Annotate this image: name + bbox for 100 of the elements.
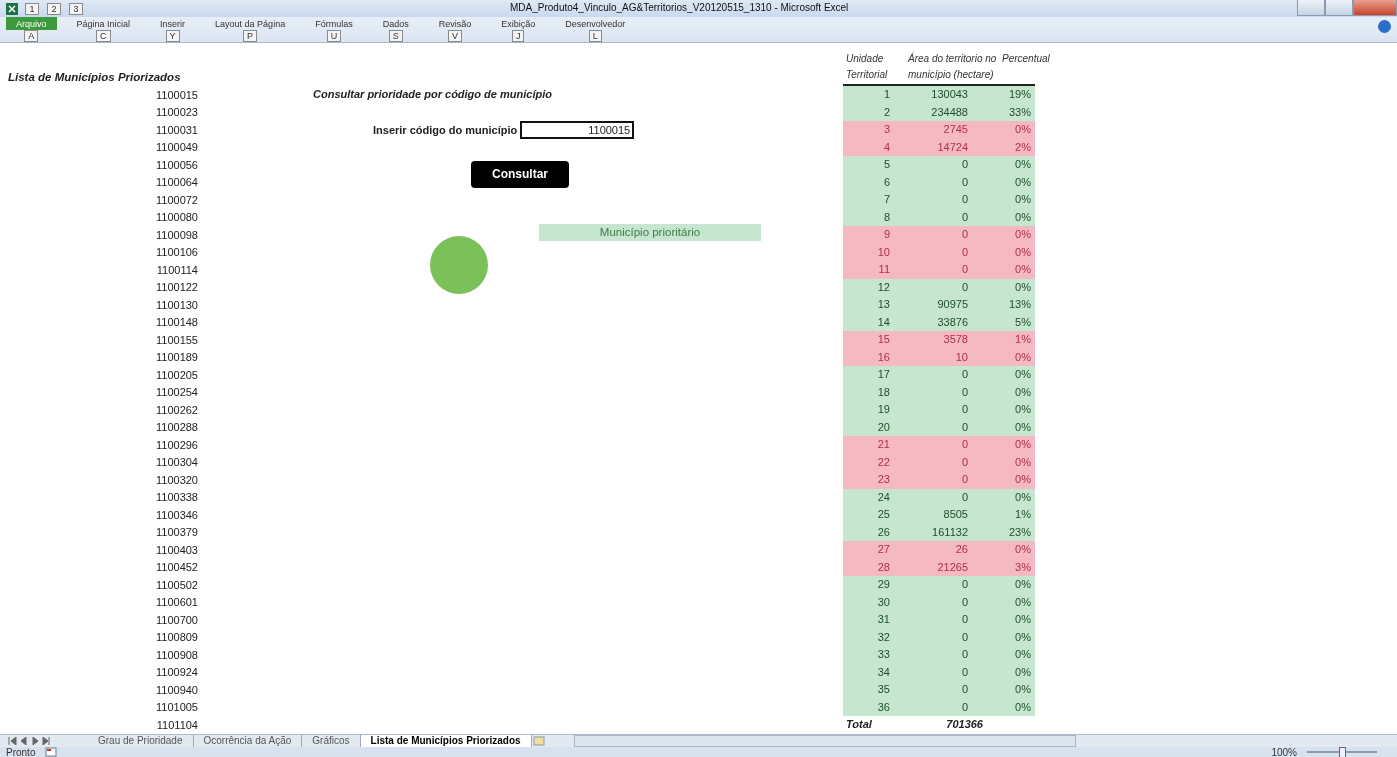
keytip: P: [243, 30, 258, 42]
table-cell-text: 0%: [1014, 577, 1031, 592]
table-cell-text: 3%: [1014, 559, 1031, 575]
municipality-code: 1100130: [155, 298, 199, 311]
keytip: A: [24, 30, 39, 42]
table-cell-text: 130043: [930, 87, 968, 102]
zoom-slider-thumb[interactable]: [1339, 747, 1346, 757]
table-cell-text: 0%: [1014, 682, 1031, 697]
municipality-code: 1100320: [155, 473, 199, 486]
municipality-code: 1100189: [155, 351, 199, 364]
table-cell-text: 3: [882, 122, 890, 137]
table-cell-text: 0%: [1014, 629, 1031, 645]
municipality-code: 1100106: [155, 246, 199, 259]
sheet-tab[interactable]: Ocorrência da Ação: [193, 734, 303, 747]
table-cell-text: 0%: [1014, 262, 1031, 277]
ribbon-tab[interactable]: Página Inicial: [66, 17, 141, 30]
ribbon-tab[interactable]: Fórmulas: [305, 17, 363, 30]
table-cell-text: 28: [876, 559, 890, 575]
table-cell-text: 32: [876, 629, 890, 645]
sheet-tab[interactable]: Lista de Municípios Priorizados: [360, 734, 532, 747]
table-cell-text: 33876: [936, 314, 968, 330]
table-cell-text: 2: [882, 104, 890, 120]
keytip: C: [96, 30, 111, 42]
table-cell-text: 14: [876, 314, 890, 330]
table-cell-text: 6: [882, 174, 890, 190]
table-cell-text: 0%: [1014, 367, 1031, 382]
table-cell-text: 0: [960, 402, 968, 417]
table-cell-text: 0: [960, 279, 968, 295]
keytip: L: [588, 30, 602, 42]
municipality-code: 1100148: [155, 316, 199, 329]
macro-record-icon[interactable]: [45, 747, 58, 757]
municipality-code: 1100064: [155, 176, 199, 189]
table-cell-text: 0%: [1014, 279, 1031, 295]
table-cell-text: 0: [960, 384, 968, 400]
table-cell-text: 24: [876, 489, 890, 505]
table-cell-text: 18: [876, 384, 890, 400]
list-title: Lista de Municípios Priorizados: [7, 71, 182, 84]
table-cell-text: 0: [960, 664, 968, 680]
table-cell-text: 0%: [1014, 437, 1031, 452]
municipality-code: 1101104: [155, 718, 199, 731]
table-cell-text: 33: [876, 647, 890, 662]
table-cell-text: 35: [876, 682, 890, 697]
table-cell-text: 10: [954, 349, 968, 365]
sheet-tab[interactable]: Gráficos: [302, 734, 361, 747]
table-cell-text: 234488: [930, 104, 968, 120]
sheet-tab[interactable]: Grau de Prioridade: [88, 734, 194, 747]
ribbon-tab[interactable]: Revisão: [428, 17, 482, 30]
municipality-code: 1100098: [155, 228, 199, 241]
table-cell-text: 0%: [1014, 664, 1031, 680]
table-cell-text: 0%: [1014, 209, 1031, 225]
ribbon-tab[interactable]: Exibição: [491, 17, 546, 30]
keytip: 3: [69, 2, 83, 15]
municipality-code: 1100056: [155, 158, 199, 171]
ribbon-tab[interactable]: Inserir: [150, 17, 196, 30]
ribbon-tab[interactable]: Layout da Página: [205, 17, 296, 30]
municipality-code: 1100023: [155, 106, 199, 119]
code-input-field[interactable]: 1100015: [520, 120, 635, 139]
table-cell-text: 4: [882, 139, 890, 155]
table-cell-text: 0%: [1014, 472, 1031, 487]
table-cell-text: 0: [960, 262, 968, 277]
table-cell-text: 12: [876, 279, 890, 295]
status-text: Pronto: [6, 746, 36, 757]
horizontal-scrollbar[interactable]: [573, 734, 1076, 747]
column-header: Área do territorio no município (hectare): [906, 51, 998, 82]
total-label: Total: [845, 717, 873, 732]
municipality-code: 1100601: [155, 596, 199, 609]
table-cell-text: 0: [960, 367, 968, 382]
table-cell-text: 0%: [1014, 402, 1031, 417]
column-header: Percentual: [1001, 52, 1050, 66]
table-cell-text: 90975: [936, 297, 968, 312]
table-cell-text: 21265: [936, 559, 968, 575]
municipality-code: 1100924: [155, 666, 199, 679]
ribbon-tab[interactable]: Arquivo: [6, 17, 57, 30]
table-cell-text: 36: [876, 699, 890, 715]
table-cell-text: 0%: [1014, 349, 1031, 365]
table-cell-text: 161132: [931, 524, 968, 540]
table-cell-text: 25: [876, 507, 890, 522]
table-cell-text: 5%: [1014, 314, 1031, 330]
table-cell-text: 0%: [1014, 647, 1031, 662]
table-cell-text: 0: [960, 227, 968, 242]
municipality-code: 1100338: [155, 491, 199, 504]
minimize-button[interactable]: [1297, 0, 1325, 16]
table-cell-text: 2%: [1014, 139, 1031, 155]
table-cell-text: 31: [876, 612, 890, 627]
keytip: V: [447, 30, 462, 42]
excel-logo-icon[interactable]: [6, 2, 18, 15]
table-cell-text: 19: [876, 402, 890, 417]
municipality-code: 1100155: [155, 333, 199, 346]
ribbon-tab[interactable]: Desenvolvedor: [555, 17, 636, 30]
keytip: Y: [165, 30, 180, 42]
keytip: 1: [25, 2, 39, 15]
keytip: J: [511, 30, 525, 42]
consult-button[interactable]: Consultar: [471, 160, 569, 188]
table-cell-text: 26: [876, 524, 890, 540]
maximize-button[interactable]: [1325, 0, 1353, 16]
table-cell-text: 0%: [1014, 489, 1031, 505]
table-cell-text: 16: [876, 349, 890, 365]
table-cell-text: 0%: [1014, 594, 1031, 610]
close-button[interactable]: [1353, 0, 1397, 16]
ribbon-tab[interactable]: Dados: [372, 17, 419, 30]
